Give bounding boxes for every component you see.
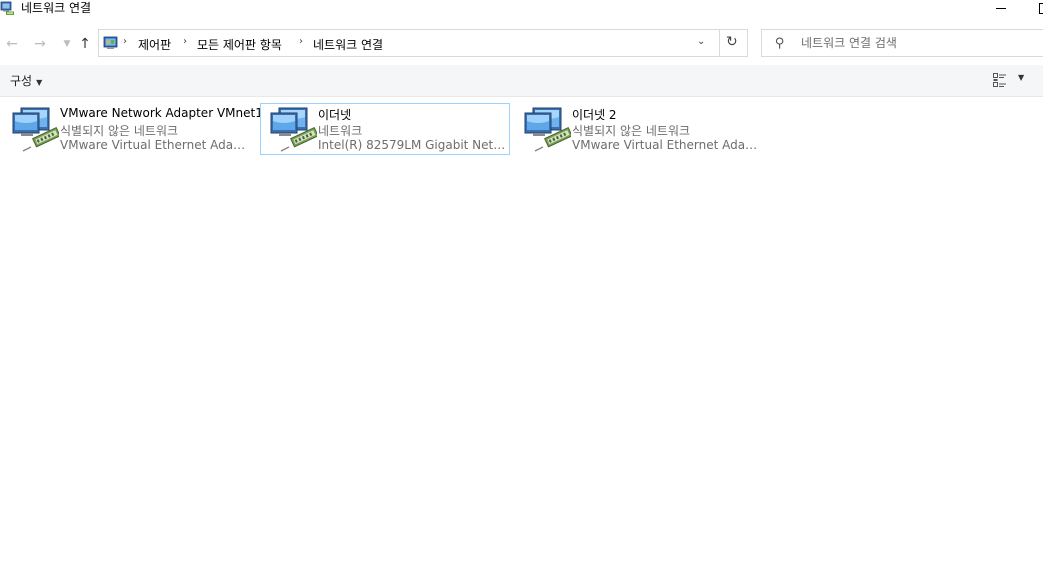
minimize-button[interactable] <box>986 0 1016 18</box>
recent-locations-chevron-down-icon[interactable]: ▼ <box>58 35 76 53</box>
chevron-down-icon: ▼ <box>36 78 43 87</box>
breadcrumb-separator-icon[interactable]: › <box>123 36 127 47</box>
connection-status: 식별되지 않은 네트워크 <box>60 124 179 138</box>
connection-device: Intel(R) 82579LM Gigabit Netwo... <box>318 138 508 152</box>
connection-name: 이더넷 2 <box>572 108 617 122</box>
connection-name: VMware Network Adapter VMnet1 <box>60 106 263 120</box>
connection-item-ethernet-2[interactable]: 이더넷 2 식별되지 않은 네트워크 VMware Virtual Ethern… <box>514 103 764 155</box>
search-box[interactable]: ⚲ <box>761 29 1043 57</box>
forward-arrow-icon[interactable]: → <box>31 35 49 53</box>
network-adapter-icon <box>524 107 571 152</box>
connection-status: 식별되지 않은 네트워크 <box>572 124 691 138</box>
command-bar: 구성 ▼ ▼ <box>0 65 1043 97</box>
organize-button[interactable]: 구성 ▼ <box>10 72 42 89</box>
organize-label: 구성 <box>10 74 33 88</box>
network-connections-icon <box>0 1 14 15</box>
connection-item-vmnet1[interactable]: VMware Network Adapter VMnet1 식별되지 않은 네트… <box>2 103 263 155</box>
connections-list: VMware Network Adapter VMnet1 식별되지 않은 네트… <box>0 97 1043 576</box>
connection-status: 네트워크 <box>318 124 363 138</box>
breadcrumb-separator-icon[interactable]: › <box>183 36 187 47</box>
address-history-chevron-down-icon[interactable]: ⌄ <box>697 36 705 47</box>
up-arrow-icon[interactable]: ↑ <box>76 35 94 53</box>
search-icon: ⚲ <box>775 36 785 51</box>
address-row: ← → ▼ ↑ › 제어판 › 모든 제어판 항목 › 네트워크 연결 ⌄ ↻ … <box>0 27 1043 61</box>
address-bar[interactable]: › 제어판 › 모든 제어판 항목 › 네트워크 연결 ⌄ ↻ <box>98 29 748 57</box>
address-divider <box>719 30 720 56</box>
back-arrow-icon[interactable]: ← <box>3 35 21 53</box>
network-adapter-icon <box>12 107 59 152</box>
breadcrumb-all-control-panel-items[interactable]: 모든 제어판 항목 <box>197 36 282 53</box>
connection-name: 이더넷 <box>318 108 352 122</box>
breadcrumb-network-connections[interactable]: 네트워크 연결 <box>313 36 383 53</box>
control-panel-icon <box>103 36 118 49</box>
network-adapter-icon <box>270 107 317 152</box>
connection-device: VMware Virtual Ethernet Adapter... <box>60 138 250 152</box>
connection-item-ethernet[interactable]: 이더넷 네트워크 Intel(R) 82579LM Gigabit Netwo.… <box>260 103 510 155</box>
window-title: 네트워크 연결 <box>21 1 92 15</box>
connection-device: VMware Virtual Ethernet Adapter... <box>572 138 762 152</box>
search-input[interactable] <box>801 34 1031 52</box>
title-bar: 네트워크 연결 <box>0 0 1043 18</box>
details-view-icon[interactable] <box>993 73 1007 87</box>
breadcrumb-control-panel[interactable]: 제어판 <box>138 36 171 53</box>
breadcrumb-separator-icon[interactable]: › <box>299 36 303 47</box>
maximize-button[interactable] <box>1032 0 1043 18</box>
view-options-chevron-down-icon[interactable]: ▼ <box>1018 73 1024 82</box>
refresh-icon[interactable]: ↻ <box>726 34 738 50</box>
